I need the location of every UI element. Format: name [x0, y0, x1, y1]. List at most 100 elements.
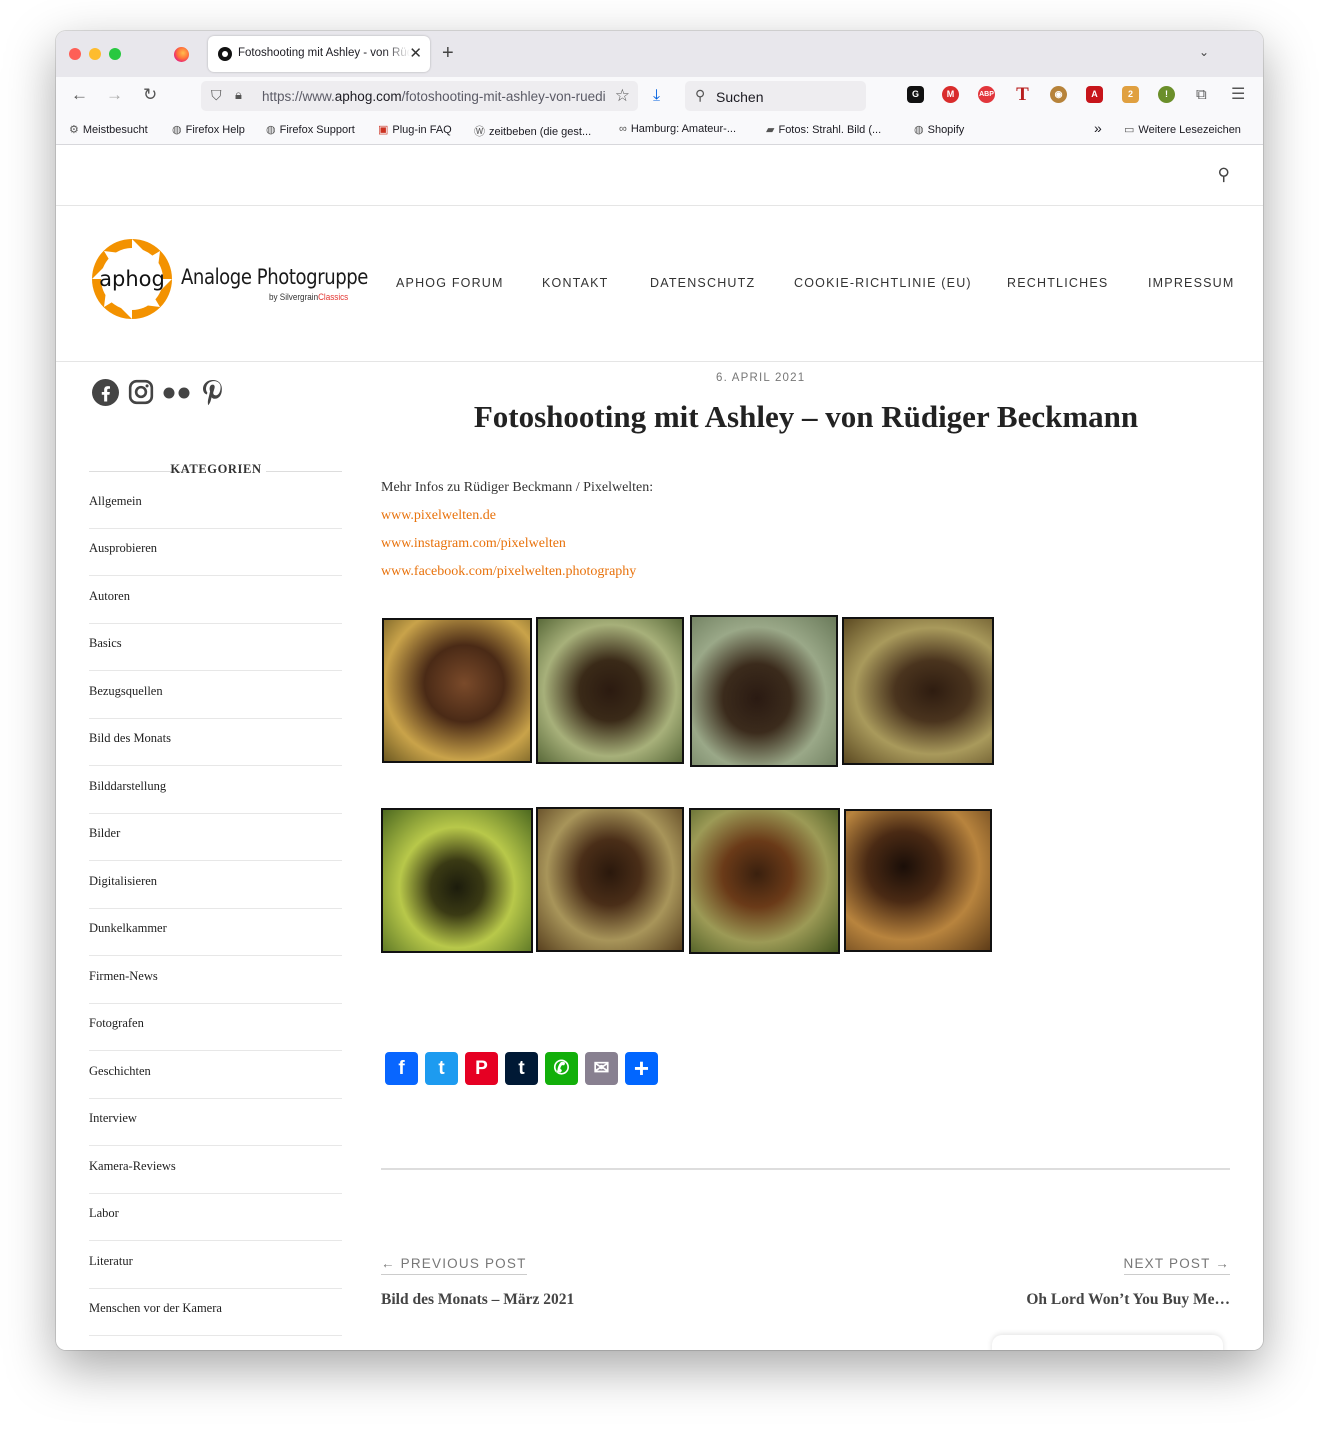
bookmark-item[interactable]: ⚙ Meistbesucht	[69, 123, 148, 136]
bookmark-item[interactable]: ∞ Hamburg: Amateur-...	[619, 123, 736, 135]
menu-item-cookie[interactable]: COOKIE-RICHTLINIE (EU)	[794, 276, 972, 290]
search-bar[interactable]: ⚲ Suchen	[685, 81, 866, 111]
share-more-button[interactable]: +	[625, 1052, 658, 1085]
category-item[interactable]: Bild des Monats	[89, 718, 342, 766]
menu-item-datenschutz[interactable]: DATENSCHUTZ	[650, 276, 755, 290]
bookmark-item[interactable]: Ⓦzeitbeben (die gest...	[474, 123, 591, 139]
tumblr-icon: t	[518, 1058, 525, 1079]
category-item[interactable]: Bilder	[89, 813, 342, 861]
bookmark-item[interactable]: ▰ Fotos: Strahl. Bild (...	[766, 123, 881, 136]
share-pinterest-button[interactable]: P	[465, 1052, 498, 1085]
menu-item-impressum[interactable]: IMPRESSUM	[1148, 276, 1235, 290]
category-item[interactable]: Literatur	[89, 1241, 342, 1289]
category-item[interactable]: Firmen-News	[89, 956, 342, 1004]
share-whatsapp-button[interactable]: ✆	[545, 1052, 578, 1085]
chevron-down-icon[interactable]: ⌄	[1199, 45, 1209, 59]
divider	[266, 471, 342, 472]
post-date: 6. APRIL 2021	[716, 372, 806, 384]
gallery-photo[interactable]	[842, 617, 994, 765]
category-item[interactable]: Digitalisieren	[89, 861, 342, 909]
tab-active[interactable]: Fotoshooting mit Ashley - von Rüdiger Be…	[208, 36, 430, 72]
category-item[interactable]: Labor	[89, 1193, 342, 1241]
share-email-button[interactable]: ✉	[585, 1052, 618, 1085]
link-facebook[interactable]: www.facebook.com/pixelwelten.photography	[381, 564, 636, 580]
link-instagram[interactable]: www.instagram.com/pixelwelten	[381, 536, 566, 552]
bookmark-item[interactable]: ◍ Shopify	[914, 123, 964, 136]
link-pixelwelten[interactable]: www.pixelwelten.de	[381, 508, 496, 524]
gallery-photo[interactable]	[536, 807, 684, 952]
category-item[interactable]: Fotografen	[89, 1003, 342, 1051]
share-tumblr-button[interactable]: t	[505, 1052, 538, 1085]
gallery-photo[interactable]	[536, 617, 684, 764]
instagram-icon[interactable]	[128, 379, 154, 405]
plugin-icon: ▣	[378, 124, 389, 136]
category-item[interactable]: Ausprobieren	[89, 528, 342, 576]
facebook-icon: f	[398, 1058, 405, 1079]
extension-badge-icon[interactable]: 2	[1122, 86, 1139, 103]
bookmark-item[interactable]: ▣ Plug-in FAQ	[378, 123, 452, 136]
menu-hamburger-icon[interactable]: ☰	[1231, 86, 1245, 104]
adblock-plus-icon[interactable]: ABP	[978, 86, 995, 103]
firefox-icon	[174, 47, 189, 62]
url-bar[interactable]: ⛉ 🔒︎ https://www.aphog.com/fotoshooting-…	[201, 81, 638, 111]
tracking-shield-icon[interactable]: ⛉	[211, 87, 222, 104]
extension-monkey-icon[interactable]: ◉	[1050, 86, 1067, 103]
download-icon[interactable]: ⤓	[653, 87, 660, 105]
url-text[interactable]: https://www.aphog.com/fotoshooting-mit-a…	[262, 89, 605, 104]
zoom-window-button[interactable]	[109, 48, 121, 60]
previous-post-label[interactable]: ← PREVIOUS POST	[381, 1256, 527, 1275]
minimize-window-button[interactable]	[89, 48, 101, 60]
category-item[interactable]: Geschichten	[89, 1051, 342, 1099]
extension-1-icon[interactable]: G	[907, 86, 924, 103]
aphog-logo-aperture-icon[interactable]: aphog	[90, 237, 174, 321]
new-tab-button[interactable]: +	[442, 43, 454, 63]
bookmark-item[interactable]: ◍ Firefox Support	[266, 123, 355, 136]
menu-item-forum[interactable]: APHOG FORUM	[396, 276, 504, 290]
pinterest-icon[interactable]	[201, 379, 225, 406]
category-item[interactable]: Bilddarstellung	[89, 766, 342, 814]
forward-arrow-icon[interactable]: →	[106, 86, 123, 104]
acrobat-icon[interactable]: A	[1086, 86, 1103, 103]
share-twitter-button[interactable]: t	[425, 1052, 458, 1085]
lock-icon[interactable]: 🔒︎	[235, 87, 242, 103]
gallery-photo[interactable]	[381, 808, 533, 953]
gallery-photo[interactable]	[382, 618, 532, 763]
bookmark-star-icon[interactable]: ☆	[615, 86, 630, 106]
extensions-puzzle-icon[interactable]: ⧉	[1196, 86, 1207, 104]
more-bookmarks-chevron-icon[interactable]: »	[1094, 120, 1102, 136]
next-post-title[interactable]: Oh Lord Won’t You Buy Me…	[1026, 1291, 1230, 1309]
category-item[interactable]: Autoren	[89, 576, 342, 624]
gallery-photo[interactable]	[690, 615, 838, 767]
post-intro: Mehr Infos zu Rüdiger Beckmann / Pixelwe…	[381, 480, 654, 495]
floating-widget[interactable]	[992, 1335, 1223, 1350]
category-item[interactable]: Dunkelkammer	[89, 908, 342, 956]
category-item[interactable]: Menschen vor der Kamera	[89, 1288, 342, 1336]
close-tab-icon[interactable]: ✕	[409, 44, 422, 62]
reload-icon[interactable]: ↻	[143, 86, 157, 104]
flickr-icon[interactable]	[162, 387, 192, 399]
close-window-button[interactable]	[69, 48, 81, 60]
category-item[interactable]: Bezugsquellen	[89, 671, 342, 719]
share-facebook-button[interactable]: f	[385, 1052, 418, 1085]
site-search-icon[interactable]: ⚲	[1218, 165, 1230, 185]
gallery-photo[interactable]	[844, 809, 992, 952]
menu-item-kontakt[interactable]: KONTAKT	[542, 276, 609, 290]
facebook-icon[interactable]	[92, 379, 119, 406]
category-item[interactable]: Interview	[89, 1098, 342, 1146]
category-item[interactable]: Kamera-Reviews	[89, 1146, 342, 1194]
extension-alert-icon[interactable]: !	[1158, 86, 1175, 103]
extension-mega-icon[interactable]: M	[942, 86, 959, 103]
next-post-label[interactable]: NEXT POST →	[1123, 1256, 1230, 1275]
other-bookmarks-folder[interactable]: ▭ Weitere Lesezeichen	[1124, 123, 1241, 136]
category-item[interactable]: Allgemein	[89, 481, 342, 529]
previous-post-title[interactable]: Bild des Monats – März 2021	[381, 1291, 574, 1309]
menu-item-rechtliches[interactable]: RECHTLICHES	[1007, 276, 1108, 290]
back-arrow-icon[interactable]: ←	[71, 86, 88, 104]
logo-name[interactable]: Analoge Photogruppe	[181, 265, 368, 289]
share-plus-icon: +	[633, 1053, 650, 1083]
extension-t-icon[interactable]: T	[1014, 85, 1031, 104]
bookmark-item[interactable]: ◍ Firefox Help	[172, 123, 245, 136]
category-item[interactable]: Basics	[89, 623, 342, 671]
navigation-toolbar: ← → ↻ ⛉ 🔒︎ https://www.aphog.com/fotosho…	[56, 77, 1263, 115]
gallery-photo[interactable]	[689, 808, 840, 954]
